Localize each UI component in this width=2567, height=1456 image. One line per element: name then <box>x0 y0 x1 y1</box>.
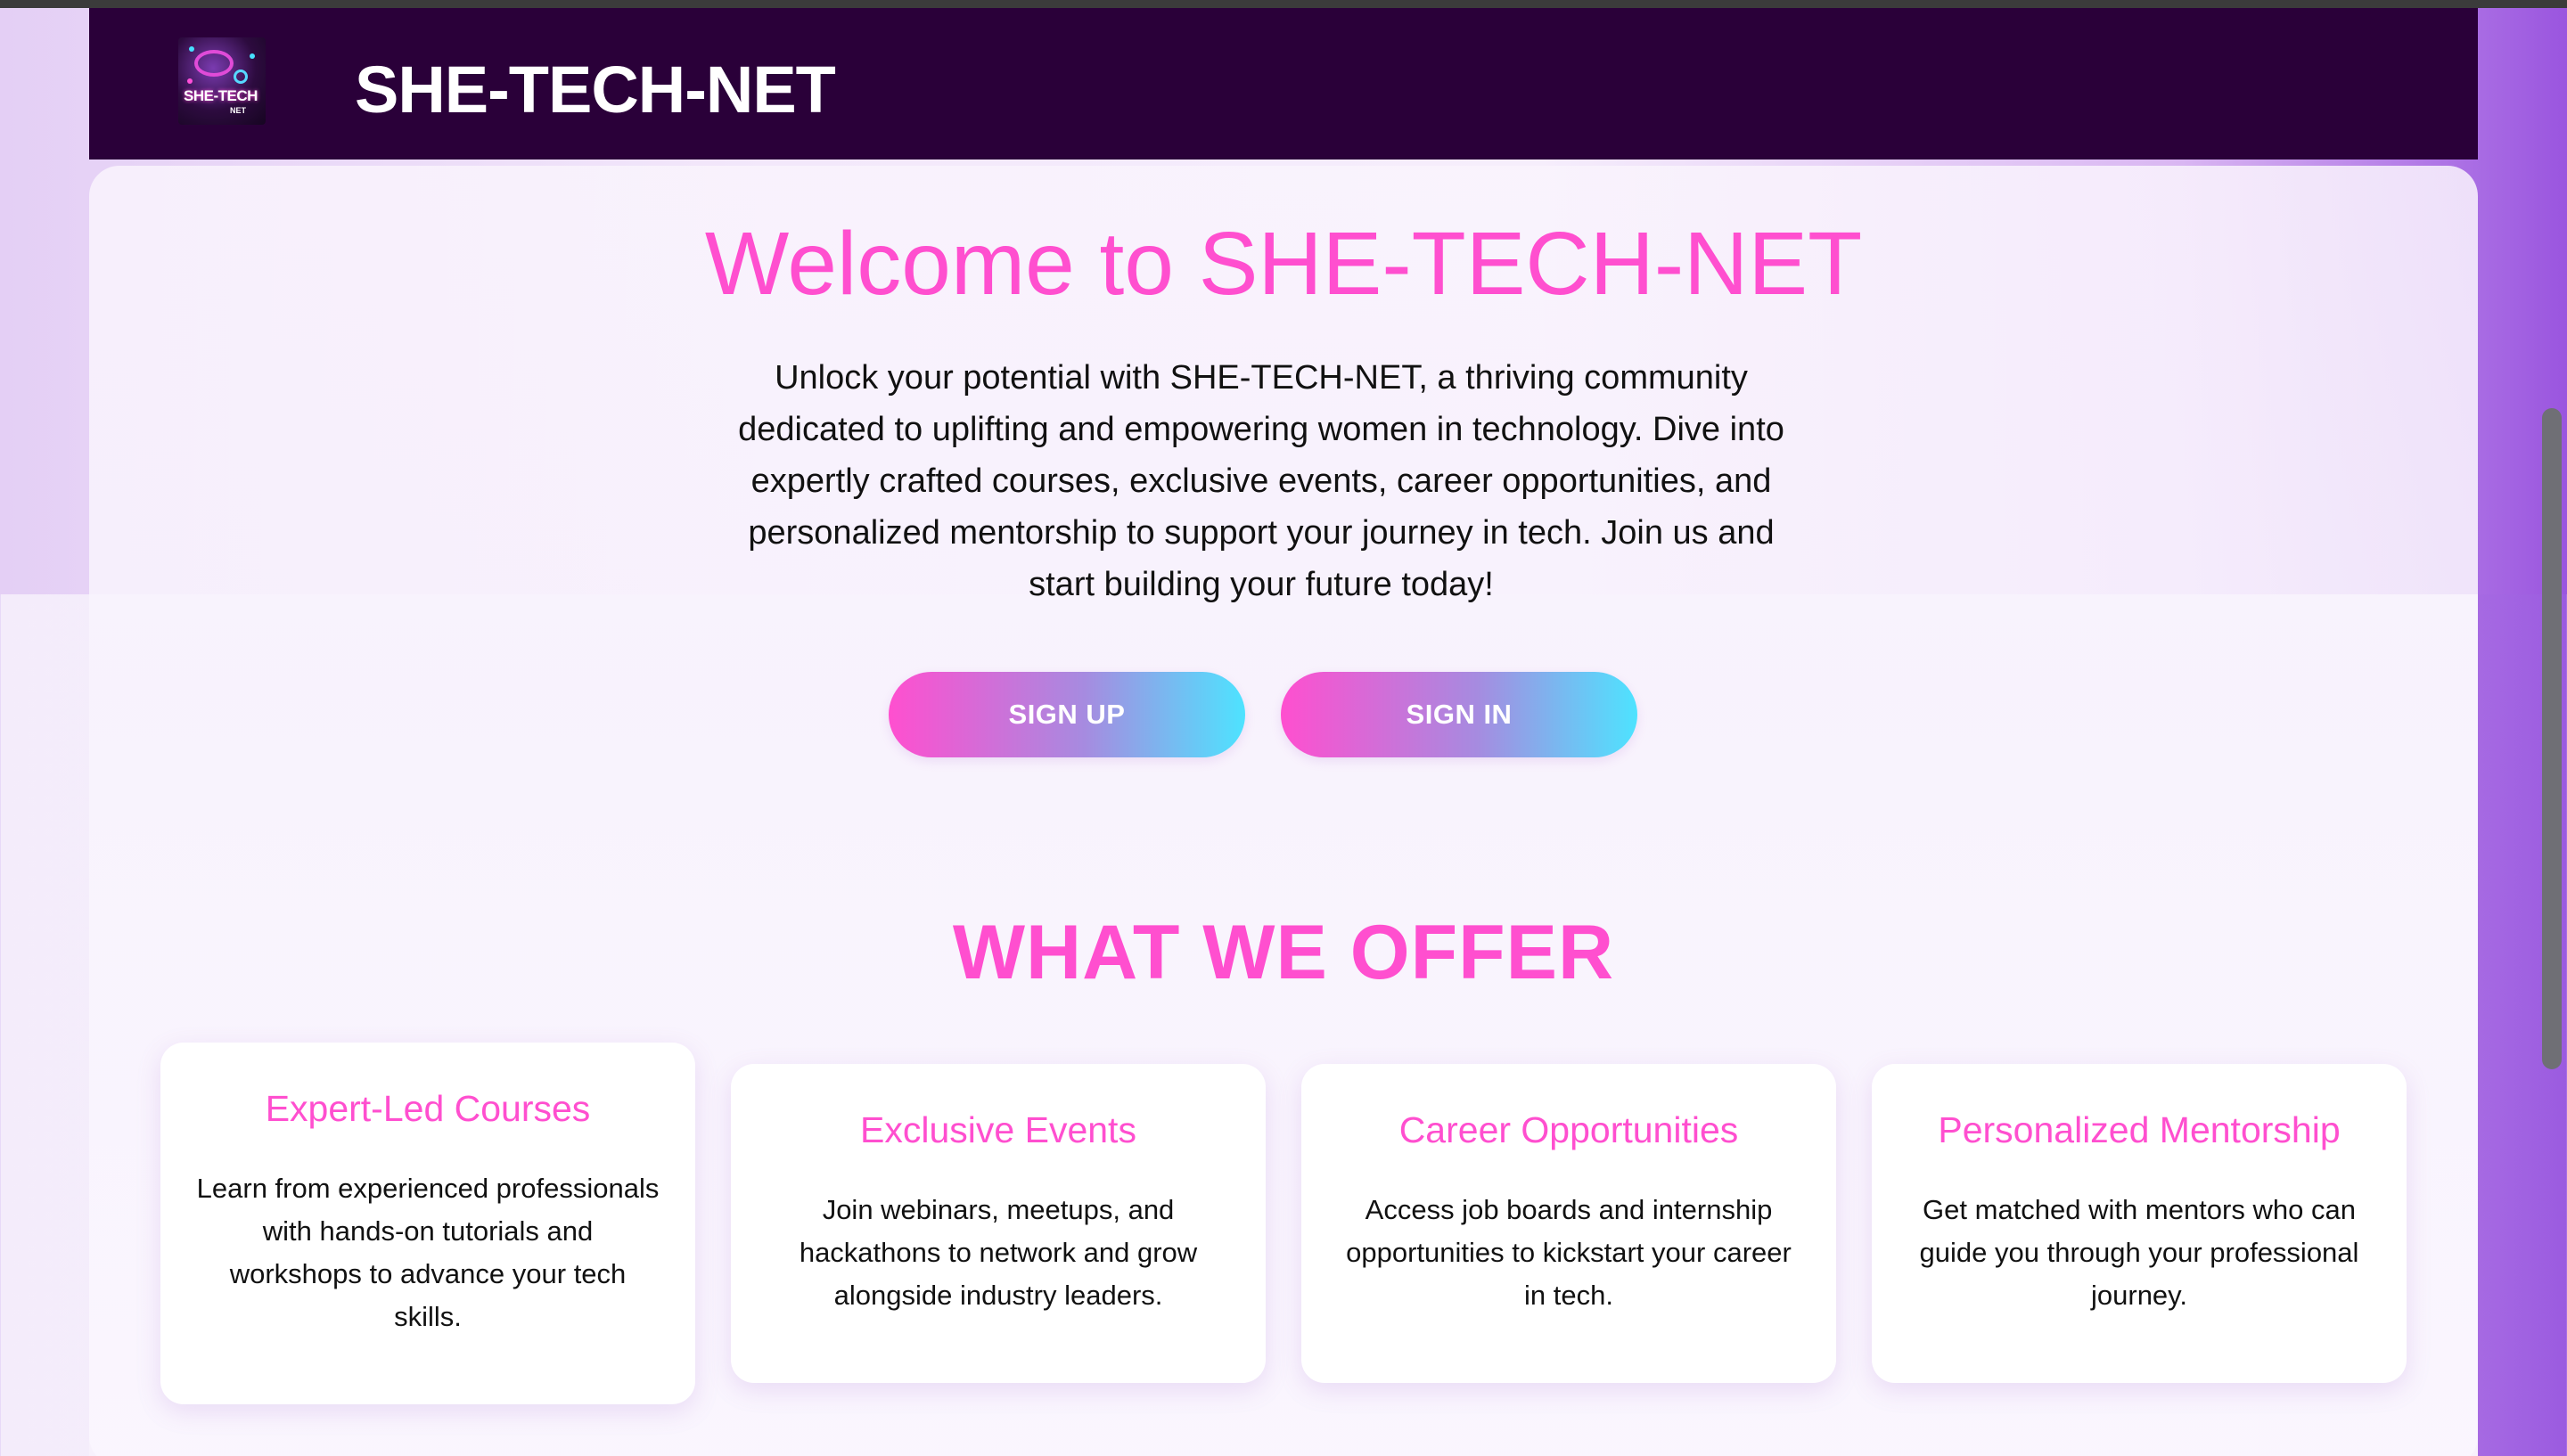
card-title: Career Opportunities <box>1398 1109 1739 1150</box>
sign-up-button[interactable]: SIGN UP <box>889 672 1245 757</box>
logo-subtext: NET <box>230 106 246 115</box>
logo-dot-icon <box>250 53 255 59</box>
offer-card-mentorship[interactable]: Personalized Mentorship Get matched with… <box>1872 1064 2407 1383</box>
window-top-edge <box>0 0 2567 8</box>
card-text: Join webinars, meetups, and hackathons t… <box>799 1194 1198 1311</box>
hero-title: Welcome to SHE-TECH-NET <box>704 214 1863 314</box>
card-title: Expert-Led Courses <box>265 1088 591 1129</box>
card-text: Get matched with mentors who can guide y… <box>1919 1194 2359 1311</box>
card-title: Exclusive Events <box>860 1109 1136 1150</box>
card-title: Personalized Mentorship <box>1938 1109 2341 1150</box>
logo-small-ring-icon <box>234 70 248 84</box>
hero-description: Unlock your potential with SHE-TECH-NET,… <box>738 359 1784 603</box>
offer-card-events[interactable]: Exclusive Events Join webinars, meetups,… <box>731 1064 1266 1383</box>
logo-dot-icon <box>187 78 193 84</box>
logo-ring-icon <box>194 50 234 77</box>
card-text: Learn from experienced professionals wit… <box>196 1173 660 1332</box>
sign-in-button[interactable]: SIGN IN <box>1281 672 1637 757</box>
brand-name[interactable]: SHE-TECH-NET <box>355 51 836 129</box>
section-title-what-we-offer: WHAT WE OFFER <box>952 910 1615 995</box>
logo-text: SHE-TECH <box>184 87 258 104</box>
offer-card-courses[interactable]: Expert-Led Courses Learn from experience… <box>160 1043 695 1404</box>
offer-card-careers[interactable]: Career Opportunities Access job boards a… <box>1301 1064 1836 1383</box>
scrollbar-thumb[interactable] <box>2542 408 2562 1069</box>
card-text: Access job boards and internship opportu… <box>1346 1194 1792 1311</box>
logo-dot-icon <box>189 46 194 52</box>
logo[interactable]: SHE-TECH NET <box>178 37 266 125</box>
navbar: SHE-TECH NET SHE-TECH-NET <box>89 8 2478 160</box>
